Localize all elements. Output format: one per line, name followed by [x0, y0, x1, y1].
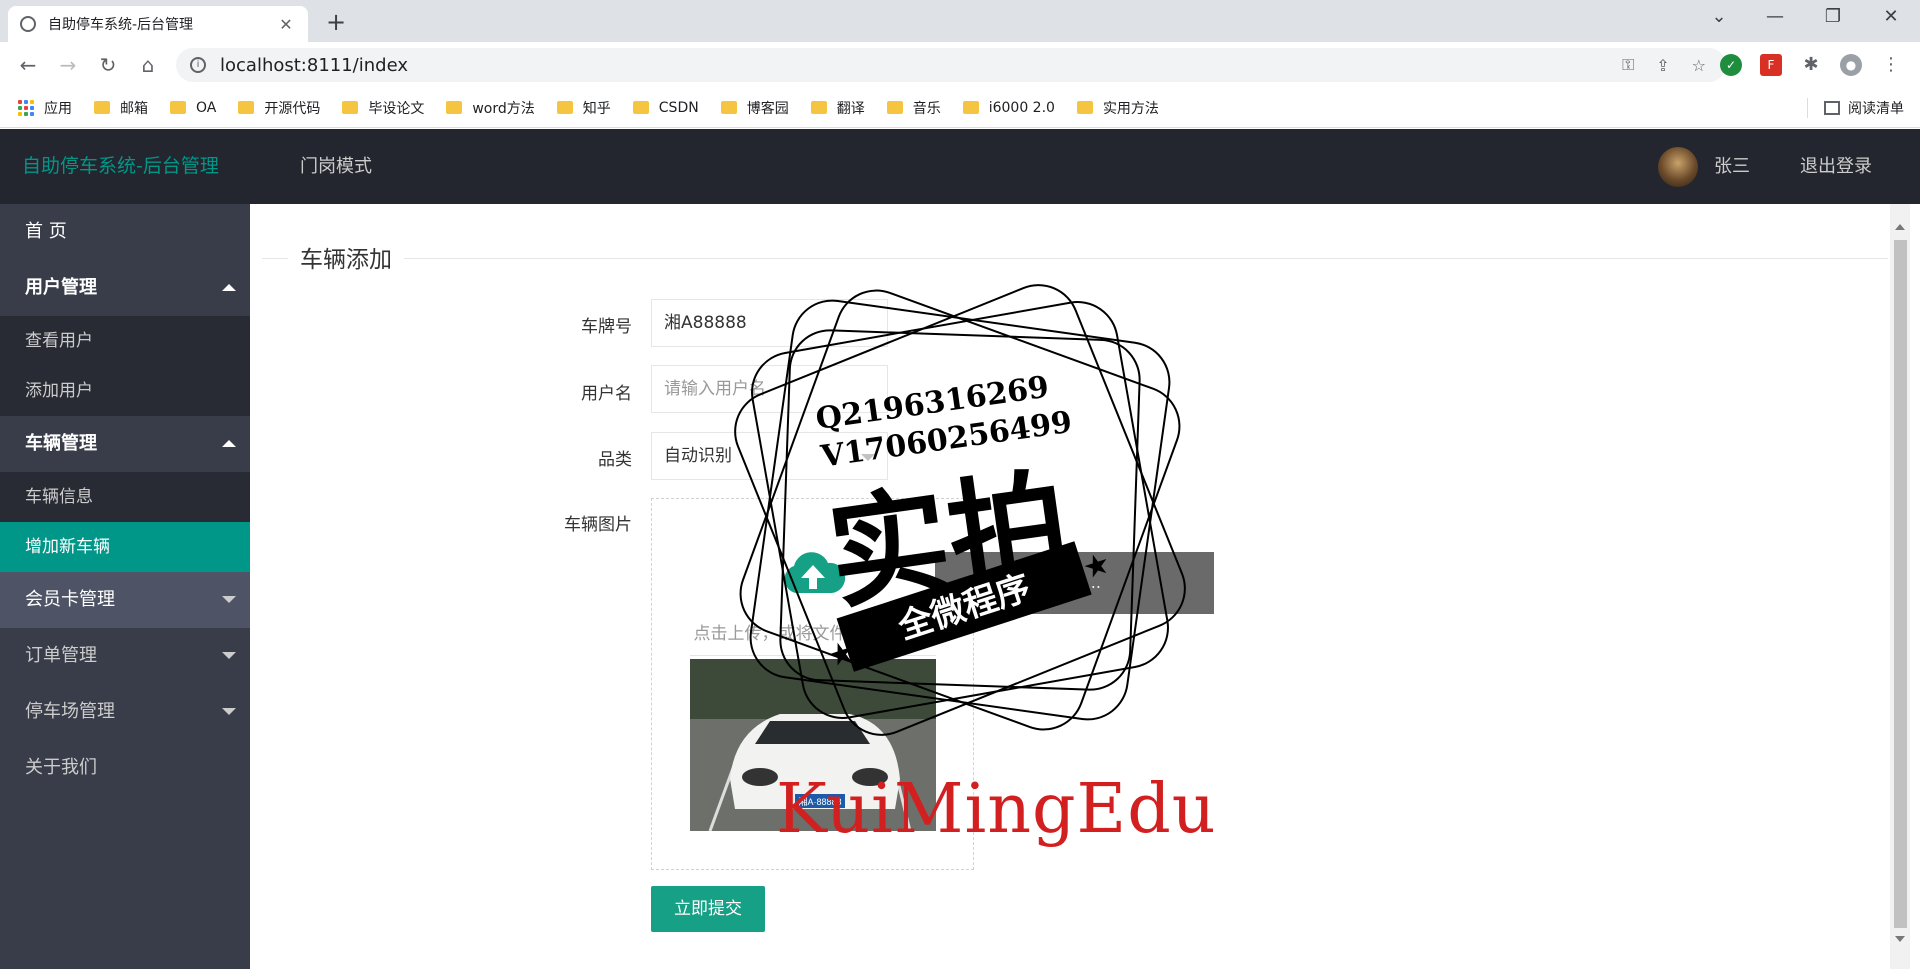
apps-grid-icon: [18, 99, 34, 116]
sidebar-item-add-user[interactable]: 添加用户: [0, 366, 250, 416]
sidebar-group-member-card[interactable]: 会员卡管理: [0, 572, 250, 628]
avatar[interactable]: [1658, 147, 1698, 187]
reading-list-icon: [1824, 101, 1840, 115]
user-name[interactable]: 张三: [1714, 129, 1750, 204]
divider: [1807, 98, 1808, 118]
folder-icon: [886, 101, 903, 114]
url-text: localhost:8111/index: [220, 54, 408, 76]
caret-up-icon: [222, 284, 236, 291]
sidebar-group-parking[interactable]: 停车场管理: [0, 684, 250, 740]
caret-down-icon: [222, 596, 236, 603]
bookmark-folder[interactable]: 邮箱: [94, 98, 148, 118]
key-icon[interactable]: ⚿: [1622, 55, 1634, 75]
folder-icon: [342, 101, 359, 114]
sidebar-group-vehicles[interactable]: 车辆管理: [0, 416, 250, 472]
folder-icon: [446, 101, 463, 114]
watermark-stamp: Q2196316269 V17060256499 实拍 全微程序 ★ ★: [734, 284, 1186, 736]
forward-icon[interactable]: →: [54, 52, 82, 78]
reading-list[interactable]: 阅读清单: [1807, 88, 1904, 128]
profile-avatar-icon[interactable]: ●: [1840, 54, 1862, 76]
logout-link[interactable]: 退出登录: [1800, 129, 1872, 204]
sidebar-item-add-vehicle[interactable]: 增加新车辆: [0, 522, 250, 572]
caret-down-icon: [222, 708, 236, 715]
site-info-icon[interactable]: i: [190, 57, 206, 73]
scroll-up-icon[interactable]: [1895, 224, 1905, 230]
bookmark-folder[interactable]: 开源代码: [238, 98, 320, 118]
fe-extension-icon[interactable]: F: [1760, 54, 1782, 76]
nav-gate-mode[interactable]: 门岗模式: [300, 129, 372, 204]
star-icon[interactable]: ☆: [1692, 56, 1706, 75]
browser-toolbar: ← → ↻ ⌂ i localhost:8111/index ⚿ ⇪ ☆ ✓ F…: [0, 42, 1920, 88]
scrollbar[interactable]: [1890, 204, 1910, 969]
bookmark-folder[interactable]: 翻译: [810, 98, 865, 118]
plate-label: 车牌号: [581, 317, 632, 337]
scroll-down-icon[interactable]: [1895, 936, 1905, 942]
home-icon[interactable]: ⌂: [134, 52, 162, 78]
folder-icon: [1076, 101, 1093, 114]
reload-icon[interactable]: ↻: [94, 52, 122, 78]
sidebar-group-orders[interactable]: 订单管理: [0, 628, 250, 684]
bookmark-folder[interactable]: 毕设论文: [342, 98, 424, 118]
bookmark-folder[interactable]: CSDN: [632, 100, 699, 116]
sidebar-item-home[interactable]: 首 页: [0, 204, 250, 260]
bookmark-folder[interactable]: i6000 2.0: [962, 100, 1055, 116]
bookmarks-bar: 应用 邮箱 OA 开源代码 毕设论文 word方法 知乎 CSDN 博客园 翻译…: [0, 88, 1920, 128]
app-logo[interactable]: 自助停车系统-后台管理: [22, 129, 219, 204]
address-bar[interactable]: i localhost:8111/index ⚿ ⇪ ☆: [176, 48, 1726, 82]
category-value: 自动识别: [664, 446, 732, 466]
browser-tab[interactable]: 自助停车系统-后台管理 ✕: [8, 6, 308, 42]
app-header: 自助停车系统-后台管理 门岗模式 张三 退出登录: [0, 129, 1920, 204]
sidebar-item-view-users[interactable]: 查看用户: [0, 316, 250, 366]
folder-icon: [238, 101, 255, 114]
caret-up-icon: [222, 440, 236, 447]
window-close-button[interactable]: ✕: [1876, 6, 1906, 27]
folder-icon: [632, 101, 649, 114]
sidebar-group-users[interactable]: 用户管理: [0, 260, 250, 316]
new-tab-button[interactable]: +: [322, 8, 350, 36]
back-icon[interactable]: ←: [14, 52, 42, 78]
category-label: 品类: [598, 450, 632, 470]
image-label: 车辆图片: [564, 515, 632, 535]
tab-title: 自助停车系统-后台管理: [48, 17, 194, 33]
puzzle-extensions-icon[interactable]: ✱: [1800, 54, 1822, 76]
globe-icon: [20, 16, 36, 32]
folder-icon: [94, 101, 110, 114]
submenu-users: 查看用户 添加用户: [0, 316, 250, 416]
menu-kebab-icon[interactable]: ⋮: [1880, 54, 1902, 76]
sidebar-item-about[interactable]: 关于我们: [0, 740, 250, 796]
close-tab-icon[interactable]: ✕: [276, 15, 296, 34]
bookmark-folder[interactable]: 知乎: [556, 98, 611, 118]
submit-button[interactable]: 立即提交: [651, 886, 765, 932]
minimize-button[interactable]: —: [1760, 6, 1790, 27]
bookmark-folder[interactable]: 博客园: [720, 98, 789, 118]
bookmark-folder[interactable]: 音乐: [886, 98, 941, 118]
share-icon[interactable]: ⇪: [1656, 56, 1669, 75]
caret-down-icon: [222, 652, 236, 659]
fieldset-divider: [262, 258, 1888, 259]
tab-search-icon[interactable]: ⌄: [1704, 6, 1734, 27]
shield-extension-icon[interactable]: ✓: [1720, 54, 1742, 76]
folder-icon: [962, 101, 979, 114]
folder-icon: [170, 101, 186, 114]
sidebar: 首 页 用户管理 查看用户 添加用户 车辆管理 车辆信息 增加新车辆 会员卡管理…: [0, 204, 250, 969]
bookmark-folder[interactable]: OA: [170, 100, 216, 116]
watermark-brand: KuiMingEdu: [776, 770, 1217, 849]
bookmark-folder[interactable]: 实用方法: [1076, 98, 1159, 118]
folder-icon: [810, 101, 827, 114]
browser-tabbar: 自助停车系统-后台管理 ✕ + ⌄ — ❐ ✕: [0, 0, 1920, 42]
folder-icon: [556, 101, 573, 114]
restore-button[interactable]: ❐: [1818, 6, 1848, 27]
bookmark-apps[interactable]: 应用: [18, 98, 72, 118]
submenu-vehicles: 车辆信息 增加新车辆: [0, 472, 250, 572]
sidebar-item-vehicle-info[interactable]: 车辆信息: [0, 472, 250, 522]
bookmark-folder[interactable]: word方法: [446, 98, 535, 118]
folder-icon: [720, 101, 737, 114]
username-label: 用户名: [581, 384, 632, 404]
form-title: 车辆添加: [288, 240, 404, 274]
scroll-thumb[interactable]: [1894, 240, 1907, 928]
